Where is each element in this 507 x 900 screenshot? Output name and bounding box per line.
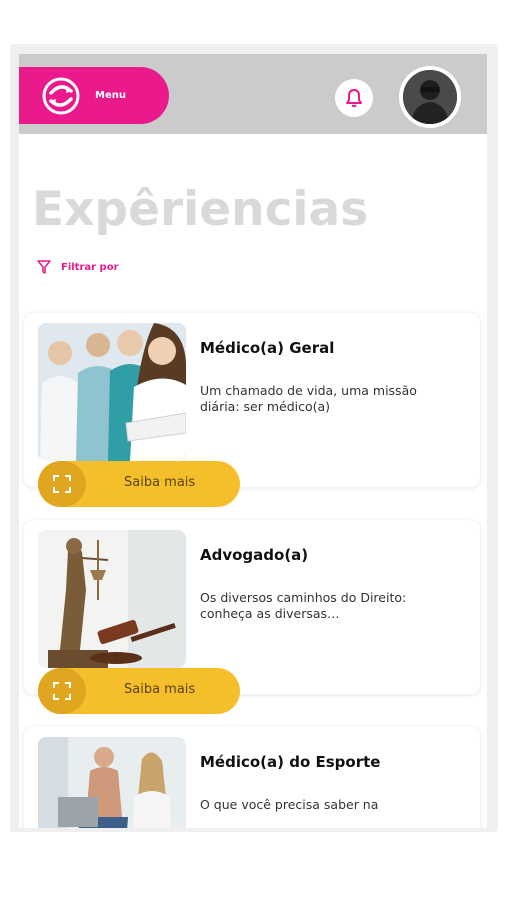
card-image: [38, 737, 186, 828]
card-image: [38, 323, 186, 461]
menu-button[interactable]: Menu: [19, 67, 169, 124]
page-title: Expêriencias: [32, 182, 369, 237]
saiba-mais-button[interactable]: Saiba mais: [38, 461, 240, 507]
expand-icon: [38, 668, 86, 714]
top-bar: Menu: [19, 54, 487, 134]
card-title: Médico(a) do Esporte: [200, 753, 381, 771]
filter-button[interactable]: Filtrar por: [37, 260, 119, 274]
app-screen: Menu Expêriencias Filtrar por Médico(a) …: [19, 54, 487, 828]
avatar[interactable]: [399, 66, 461, 128]
expand-icon: [38, 461, 86, 507]
avatar-photo: [403, 70, 457, 124]
card-description: Os diversos caminhos do Direito: conheça…: [200, 590, 407, 621]
saiba-mais-label: Saiba mais: [124, 475, 196, 490]
filter-icon: [37, 260, 51, 274]
card-description: O que você precisa saber na: [200, 797, 379, 812]
card-description: Um chamado de vida, uma missão diária: s…: [200, 383, 417, 414]
saiba-mais-button[interactable]: Saiba mais: [38, 668, 240, 714]
refresh-logo-icon: [42, 77, 80, 114]
filter-label: Filtrar por: [61, 261, 119, 273]
card-image: [38, 530, 186, 668]
saiba-mais-label: Saiba mais: [124, 682, 196, 697]
bell-icon: [346, 89, 362, 108]
menu-label: Menu: [95, 90, 126, 101]
notification-button[interactable]: [335, 79, 373, 117]
card-title: Médico(a) Geral: [200, 339, 335, 357]
card-title: Advogado(a): [200, 546, 309, 564]
experience-card[interactable]: Médico(a) do Esporte O que você precisa …: [24, 727, 480, 828]
